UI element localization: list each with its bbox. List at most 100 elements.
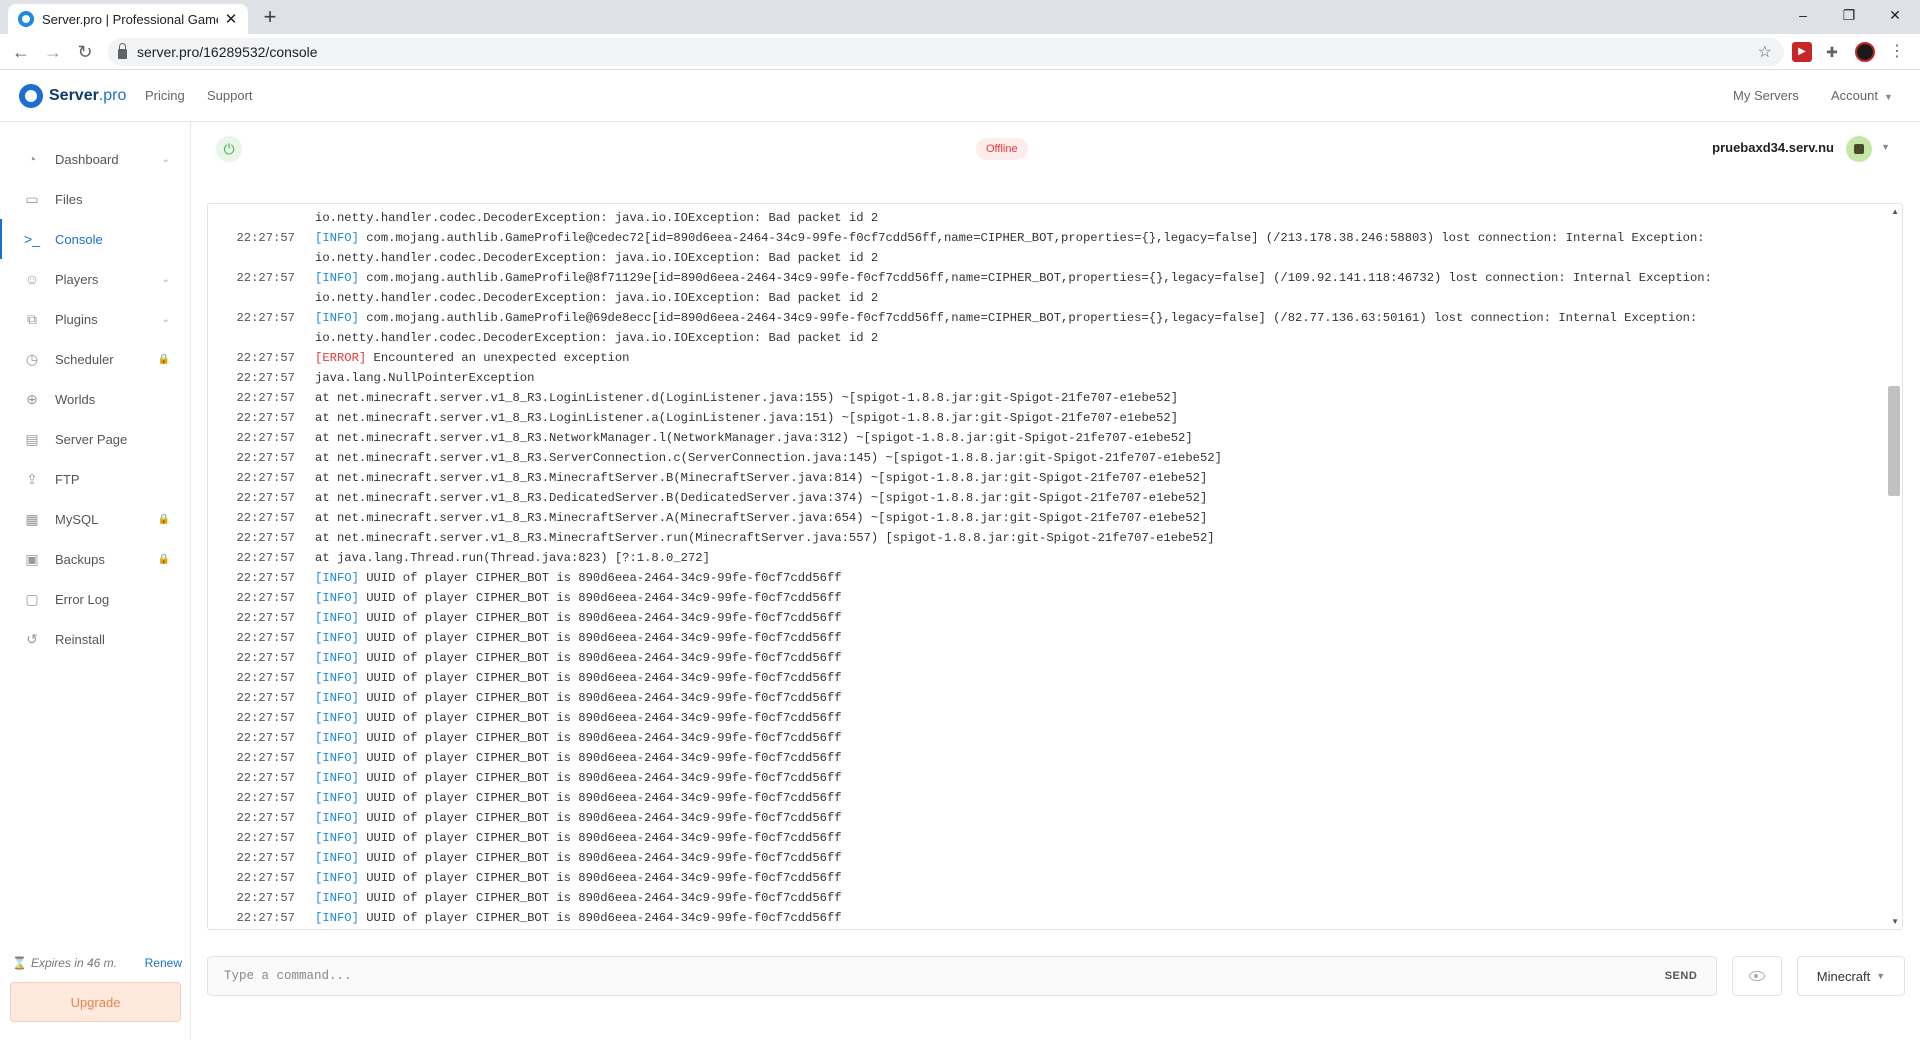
console-line: 22:27:57 [INFO] UUID of player CIPHER_BOT… bbox=[208, 908, 1878, 928]
restore-window-button[interactable]: ❐ bbox=[1826, 0, 1872, 30]
sidebar-item-console[interactable]: >_ Console bbox=[0, 219, 190, 259]
log-icon: ▢ bbox=[25, 590, 39, 607]
console-timestamp: 22:27:57 bbox=[236, 911, 295, 925]
console-timestamp: 22:27:57 bbox=[236, 871, 295, 885]
sidebar-item-backups[interactable]: ▣ Backups 🔒 bbox=[0, 539, 190, 579]
console-message: [INFO] UUID of player CIPHER_BOT is 890d… bbox=[315, 908, 1878, 928]
chevron-down-icon[interactable]: ▼ bbox=[1881, 142, 1890, 152]
console-line: 22:27:57 [INFO] UUID of player CIPHER_BOT… bbox=[208, 808, 1878, 828]
console-output[interactable]: 22:27:57 [INFO] com.mojang.authlib.GamePr… bbox=[207, 203, 1903, 930]
toggle-visibility-button[interactable] bbox=[1732, 956, 1782, 996]
upload-icon: ⇪ bbox=[26, 470, 38, 487]
console-line: 22:27:57 [INFO] com.mojang.authlib.GamePr… bbox=[208, 228, 1878, 248]
console-message: [INFO] UUID of player CIPHER_BOT is 890d… bbox=[315, 708, 1878, 728]
console-line: io.netty.handler.codec.DecoderException:… bbox=[208, 248, 1878, 268]
sidebar-item-mysql[interactable]: ▦ MySQL 🔒 bbox=[0, 499, 190, 539]
log-text: UUID of player CIPHER_BOT is 890d6eea-24… bbox=[358, 871, 842, 885]
sidebar-item-reinstall[interactable]: ↺ Reinstall bbox=[0, 619, 190, 659]
lock-icon: 🔒 bbox=[157, 553, 170, 565]
back-arrow-icon[interactable]: ← bbox=[9, 40, 33, 64]
console-message: [INFO] com.mojang.authlib.GameProfile@ce… bbox=[315, 228, 1878, 248]
scroll-up-icon[interactable]: ▲ bbox=[1891, 207, 1899, 216]
sidebar-item-error-log[interactable]: ▢ Error Log bbox=[0, 579, 190, 619]
sidebar-item-server-page[interactable]: ▤ Server Page bbox=[0, 419, 190, 459]
power-icon[interactable]: ⏻ bbox=[216, 136, 242, 162]
sidebar-item-label: Console bbox=[55, 231, 103, 247]
sidebar-item-worlds[interactable]: ⊕ Worlds bbox=[0, 379, 190, 419]
console-timestamp: 22:27:57 bbox=[236, 851, 295, 865]
console-timestamp: 22:27:57 bbox=[236, 811, 295, 825]
hourglass-icon: ⌛ bbox=[12, 956, 27, 970]
browser-tab[interactable]: Server.pro | Professional Game Se ✕ bbox=[8, 4, 248, 34]
serverpro-logo[interactable]: Server.pro bbox=[19, 84, 126, 108]
log-level: [INFO] bbox=[315, 711, 359, 725]
account-menu[interactable]: Account ▼ bbox=[1831, 88, 1893, 103]
sidebar-item-players[interactable]: ☺ Players ⌄ bbox=[0, 259, 190, 299]
scroll-down-icon[interactable]: ▼ bbox=[1891, 917, 1899, 926]
new-tab-button[interactable]: + bbox=[258, 5, 282, 29]
game-select[interactable]: Minecraft ▼ bbox=[1797, 956, 1905, 996]
browser-menu-icon[interactable]: ⋮ bbox=[1887, 42, 1907, 62]
command-input[interactable] bbox=[208, 957, 1646, 995]
log-text: UUID of player CIPHER_BOT is 890d6eea-24… bbox=[358, 631, 842, 645]
log-level: [INFO] bbox=[315, 571, 359, 585]
app-header: Server.pro Pricing Support My Servers Ac… bbox=[0, 70, 1920, 122]
sidebar-item-ftp[interactable]: ⇪ FTP bbox=[0, 459, 190, 499]
console-message: io.netty.handler.codec.DecoderException:… bbox=[315, 248, 1878, 268]
console-timestamp: 22:27:57 bbox=[236, 551, 295, 565]
console-line: 22:27:57 at net.minecraft.server.v1_8_R3.… bbox=[208, 428, 1878, 448]
profile-avatar-icon[interactable] bbox=[1855, 42, 1875, 62]
console-timestamp: 22:27:57 bbox=[236, 471, 295, 485]
address-bar[interactable]: server.pro/16289532/console ☆ bbox=[108, 38, 1784, 66]
console-line: 22:27:57 [INFO] UUID of player CIPHER_BOT… bbox=[208, 668, 1878, 688]
console-message: [INFO] UUID of player CIPHER_BOT is 890d… bbox=[315, 848, 1878, 868]
server-hostname: pruebaxd34.serv.nu bbox=[1712, 140, 1834, 155]
expiry-text: Expires in 46 m. bbox=[30, 956, 117, 970]
console-line: io.netty.handler.codec.DecoderException:… bbox=[208, 288, 1878, 308]
sidebar-item-dashboard[interactable]: ◔ Dashboard ⌄ bbox=[0, 139, 190, 179]
log-text: io.netty.handler.codec.DecoderException:… bbox=[315, 331, 879, 345]
minimize-window-button[interactable]: – bbox=[1780, 0, 1826, 30]
console-timestamp: 22:27:57 bbox=[236, 271, 295, 285]
reload-icon[interactable]: ↻ bbox=[73, 40, 97, 64]
nav-my-servers[interactable]: My Servers bbox=[1733, 88, 1799, 103]
log-level: [INFO] bbox=[315, 611, 359, 625]
log-level: [INFO] bbox=[315, 891, 359, 905]
bookmark-star-icon[interactable]: ☆ bbox=[1758, 42, 1772, 62]
console-message: io.netty.handler.codec.DecoderException:… bbox=[315, 328, 1878, 348]
console-line: 22:27:57 [INFO] UUID of player CIPHER_BOT… bbox=[208, 688, 1878, 708]
console-timestamp: 22:27:57 bbox=[236, 611, 295, 625]
console-timestamp bbox=[208, 248, 315, 268]
log-level: [INFO] bbox=[315, 911, 359, 925]
log-level: [INFO] bbox=[315, 811, 359, 825]
gauge-icon: ◔ bbox=[27, 151, 37, 167]
sidebar-item-files[interactable]: ▭ Files bbox=[0, 179, 190, 219]
console-line: 22:27:57 [INFO] UUID of player CIPHER_BOT… bbox=[208, 588, 1878, 608]
sidebar-item-plugins[interactable]: ⧉ Plugins ⌄ bbox=[0, 299, 190, 339]
nav-support[interactable]: Support bbox=[207, 88, 253, 103]
close-window-button[interactable]: ✕ bbox=[1872, 0, 1918, 30]
close-tab-icon[interactable]: ✕ bbox=[224, 10, 238, 28]
console-line: 22:27:57 [INFO] UUID of player CIPHER_BOT… bbox=[208, 568, 1878, 588]
upgrade-button[interactable]: Upgrade bbox=[10, 982, 181, 1022]
send-button[interactable]: SEND bbox=[1646, 970, 1716, 982]
sidebar-item-scheduler[interactable]: ◷ Scheduler 🔒 bbox=[0, 339, 190, 379]
console-line: 22:27:57 [INFO] UUID of player CIPHER_BOT… bbox=[208, 868, 1878, 888]
extensions-puzzle-icon[interactable]: ✚ bbox=[1822, 42, 1842, 62]
console-timestamp: 22:27:57 bbox=[236, 591, 295, 605]
scrollbar-thumb[interactable] bbox=[1888, 386, 1900, 496]
forward-arrow-icon[interactable]: → bbox=[41, 40, 65, 64]
log-text: UUID of player CIPHER_BOT is 890d6eea-24… bbox=[358, 671, 842, 685]
server-avatar[interactable] bbox=[1846, 136, 1872, 162]
console-message: at net.minecraft.server.v1_8_R3.Minecraf… bbox=[315, 528, 1878, 548]
console-line: 22:27:57 [INFO] com.mojang.authlib.GamePr… bbox=[208, 308, 1878, 328]
nav-pricing[interactable]: Pricing bbox=[145, 88, 185, 103]
console-message: [INFO] UUID of player CIPHER_BOT is 890d… bbox=[315, 728, 1878, 748]
extension-red-icon[interactable]: ▶ bbox=[1792, 42, 1812, 62]
log-text: UUID of player CIPHER_BOT is 890d6eea-24… bbox=[358, 811, 842, 825]
console-timestamp: 22:27:57 bbox=[236, 651, 295, 665]
console-scrollbar[interactable]: ▲ ▼ bbox=[1886, 204, 1902, 929]
log-text: com.mojang.authlib.GameProfile@69de8ecc[… bbox=[358, 311, 1698, 325]
renew-link[interactable]: Renew bbox=[145, 956, 182, 970]
serverpro-logo-icon bbox=[19, 84, 43, 108]
